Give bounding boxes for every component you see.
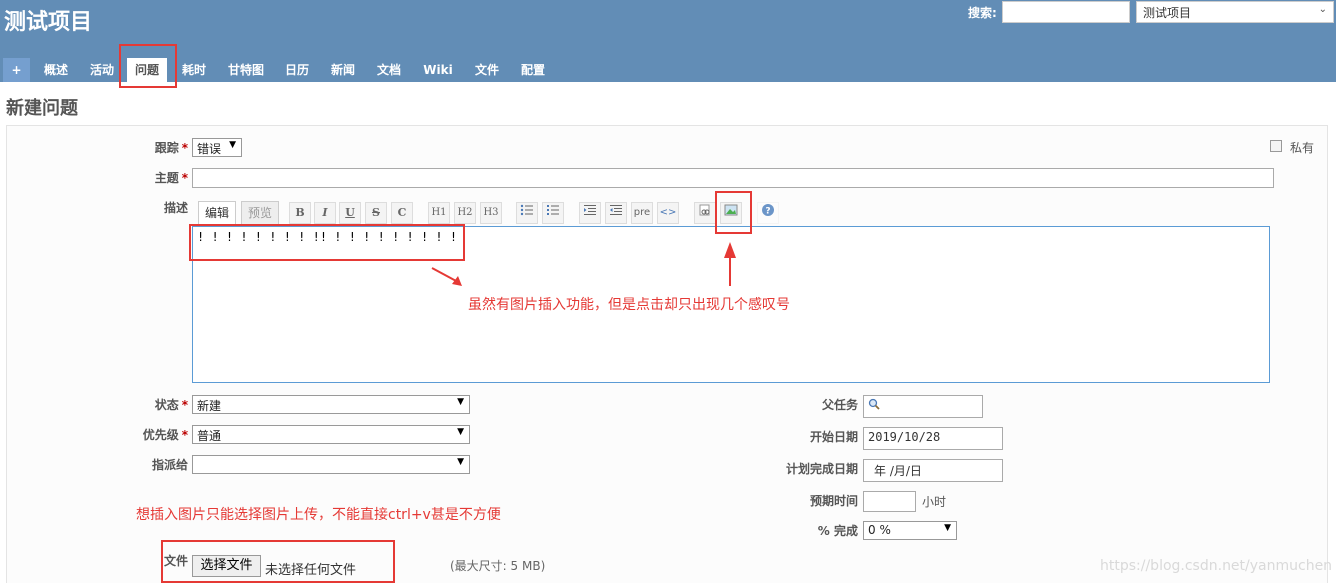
bullet-list-button[interactable] (516, 202, 538, 224)
indent-icon (584, 205, 596, 215)
parent-task-label: 父任务 (821, 398, 858, 412)
tracker-select[interactable]: 错误 ▼ (192, 138, 242, 157)
heading3-button[interactable]: H3 (480, 202, 502, 224)
estimated-time-label: 预期时间 (809, 494, 858, 508)
private-label: 私有 (1290, 141, 1315, 155)
dropdown-arrow-icon: ▼ (457, 397, 464, 407)
private-checkbox[interactable] (1270, 140, 1282, 152)
search-input[interactable] (1002, 1, 1130, 23)
tracker-value: 错误 (197, 142, 222, 156)
due-date-input[interactable]: 年 /月/日 (863, 459, 1003, 482)
tab-files[interactable]: 文件 (469, 58, 505, 82)
project-jump-select[interactable]: 测试项目 ⌄ (1136, 1, 1334, 23)
search-label: 搜索: (968, 6, 997, 20)
start-date-label: 开始日期 (809, 430, 858, 444)
chevron-down-icon: ⌄ (1318, 4, 1327, 15)
help-button[interactable]: ? (757, 202, 779, 224)
editor-tab-preview[interactable]: 预览 (241, 201, 280, 225)
priority-label: 优先级 * (142, 428, 188, 442)
tab-settings[interactable]: 配置 (515, 58, 551, 82)
parent-task-input[interactable] (863, 395, 983, 418)
dropdown-arrow-icon: ▼ (457, 427, 464, 437)
tab-overview[interactable]: 概述 (36, 58, 76, 82)
heading2-button[interactable]: H2 (454, 202, 476, 224)
tab-wiki[interactable]: Wiki (418, 58, 458, 82)
italic-button[interactable]: I (314, 202, 336, 224)
estimated-time-input[interactable] (863, 491, 916, 512)
annotation-upload-note: 想插入图片只能选择图片上传，不能直接ctrl+v甚是不方便 (136, 507, 501, 523)
annotation-image-note: 虽然有图片插入功能，但是点击却只出现几个感叹号 (468, 297, 790, 313)
priority-value: 普通 (197, 429, 222, 443)
watermark: https://blog.csdn.net/yanmuchen (1100, 558, 1333, 574)
underline-button[interactable]: U (339, 202, 361, 224)
status-value: 新建 (197, 399, 222, 413)
numbered-list-button[interactable] (542, 202, 564, 224)
preformatted-button[interactable]: pre (631, 202, 653, 224)
bullet-list-icon (520, 204, 533, 216)
assignee-label: 指派给 (151, 458, 188, 472)
help-icon: ? (762, 204, 774, 217)
assignee-select[interactable]: ▼ (192, 455, 470, 474)
tab-time[interactable]: 耗时 (174, 58, 214, 82)
arrow-to-text-icon (431, 267, 462, 286)
project-jump-value: 测试项目 (1143, 6, 1192, 20)
arrow-to-image-button-icon (724, 242, 736, 286)
highlight-image-button (715, 191, 752, 234)
done-ratio-label: % 完成 (817, 524, 858, 538)
page-title: 新建问题 (6, 98, 78, 119)
indent-button[interactable] (579, 202, 601, 224)
subject-input[interactable] (192, 168, 1274, 188)
numbered-list-icon (547, 205, 559, 215)
search-icon (868, 398, 880, 410)
wiki-link-button[interactable] (694, 202, 716, 224)
heading1-button[interactable]: H1 (428, 202, 450, 224)
link-icon (699, 204, 710, 216)
tab-new[interactable]: + (3, 58, 30, 82)
due-date-label: 计划完成日期 (785, 462, 858, 476)
svg-text:?: ? (765, 207, 770, 217)
tab-calendar[interactable]: 日历 (279, 58, 315, 82)
priority-select[interactable]: 普通 ▼ (192, 425, 470, 444)
subject-label: 主题 * (154, 171, 188, 185)
highlight-issues-tab (119, 44, 177, 88)
dropdown-arrow-icon: ▼ (944, 523, 951, 533)
tab-activity[interactable]: 活动 (84, 58, 120, 82)
status-label: 状态 * (154, 398, 188, 412)
bold-button[interactable]: B (289, 202, 311, 224)
editor-tab-edit[interactable]: 编辑 (198, 201, 237, 225)
dropdown-arrow-icon: ▼ (457, 457, 464, 467)
tracker-label: 跟踪 * (154, 141, 188, 155)
start-date-input[interactable]: 2019/10/28 (863, 427, 1003, 450)
tab-documents[interactable]: 文档 (371, 58, 407, 82)
tab-news[interactable]: 新闻 (325, 58, 361, 82)
tab-gantt[interactable]: 甘特图 (222, 58, 270, 82)
status-select[interactable]: 新建 ▼ (192, 395, 470, 414)
description-label: 描述 (163, 201, 188, 215)
highlight-exclamations (189, 224, 465, 261)
outdent-icon (610, 205, 622, 215)
inline-code-button[interactable]: C (391, 202, 413, 224)
strikethrough-button[interactable]: S (365, 202, 387, 224)
highlight-file-upload (161, 540, 395, 583)
done-ratio-select[interactable]: 0 % ▼ (863, 521, 957, 540)
code-highlight-icon[interactable]: <> (657, 202, 679, 224)
done-ratio-value: 0 % (868, 523, 891, 537)
outdent-button[interactable] (605, 202, 627, 224)
dropdown-arrow-icon: ▼ (229, 140, 236, 150)
hours-unit: 小时 (922, 495, 947, 509)
max-size-text: (最大尺寸: 5 MB) (450, 559, 546, 573)
project-title[interactable]: 测试项目 (4, 4, 92, 36)
